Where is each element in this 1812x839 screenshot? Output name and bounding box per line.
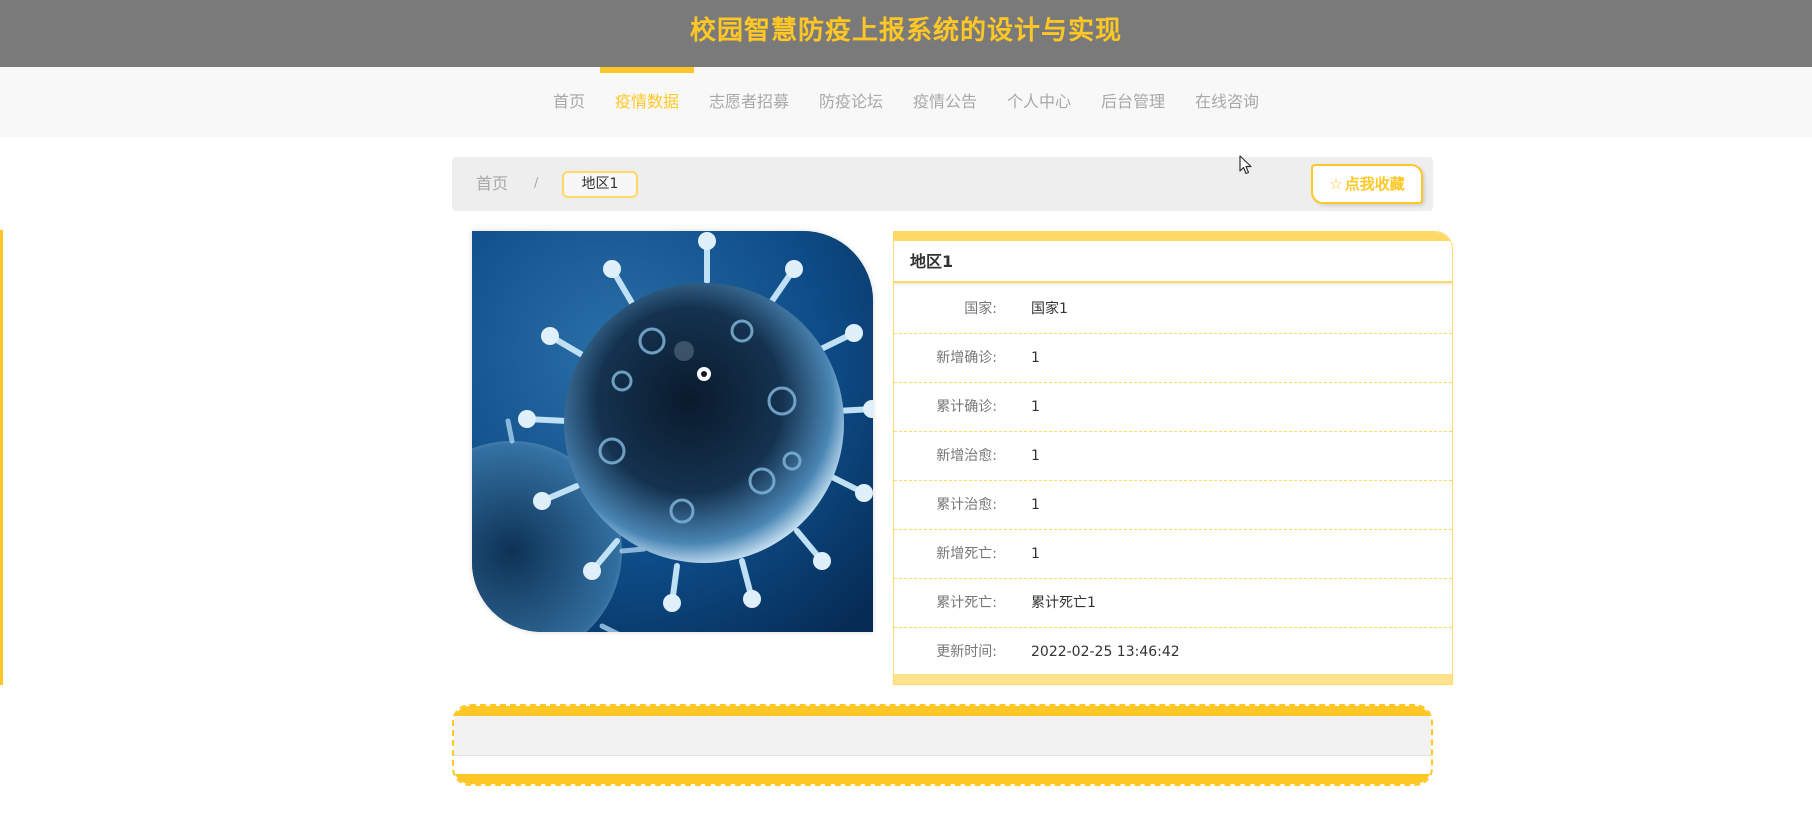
detail-label: 更新时间: (936, 644, 997, 660)
detail-value: 国家1 (1031, 301, 1068, 317)
detail-bottom-strip (894, 674, 1452, 684)
breadcrumb: 首页 / 地区1 ☆ 点我收藏 (452, 157, 1433, 211)
content-box-header (454, 716, 1431, 756)
detail-label: 累计确诊: (936, 399, 997, 415)
region-detail-panel: 地区1 国家: 国家1 新增确诊: 1 累计确诊: 1 新增治愈: 1 累计治愈… (893, 231, 1453, 685)
detail-row-new-deaths: 新增死亡: 1 (894, 530, 1452, 579)
favorite-button-label: 点我收藏 (1344, 175, 1405, 193)
detail-row-update-time: 更新时间: 2022-02-25 13:46:42 (894, 628, 1452, 677)
detail-label: 累计治愈: (936, 497, 997, 513)
detail-row-total-recovered: 累计治愈: 1 (894, 481, 1452, 530)
content-box (452, 704, 1433, 786)
detail-row-new-confirmed: 新增确诊: 1 (894, 334, 1452, 383)
detail-value: 1 (1031, 448, 1040, 464)
detail-row-total-confirmed: 累计确诊: 1 (894, 383, 1452, 432)
star-icon: ☆ (1329, 175, 1343, 193)
nav-item-online-consult[interactable]: 在线咨询 (1180, 67, 1274, 137)
detail-label: 新增治愈: (936, 448, 997, 464)
detail-row-total-deaths: 累计死亡: 累计死亡1 (894, 579, 1452, 628)
content-box-bottom-strip (454, 774, 1431, 784)
detail-label: 累计死亡: (936, 595, 997, 611)
nav-item-admin[interactable]: 后台管理 (1086, 67, 1180, 137)
virus-image (472, 231, 873, 632)
breadcrumb-separator: / (534, 176, 539, 191)
mouse-cursor-icon (1239, 155, 1252, 175)
region-image (472, 231, 873, 632)
detail-value: 1 (1031, 546, 1040, 562)
nav-item-announcements[interactable]: 疫情公告 (898, 67, 992, 137)
detail-label: 国家: (964, 301, 997, 317)
detail-value: 1 (1031, 497, 1040, 513)
top-header: 校园智慧防疫上报系统的设计与实现 (0, 0, 1812, 67)
nav-item-personal-center[interactable]: 个人中心 (992, 67, 1086, 137)
detail-value: 1 (1031, 350, 1040, 366)
breadcrumb-home-link[interactable]: 首页 (476, 157, 508, 211)
main-nav: 首页 疫情数据 志愿者招募 防疫论坛 疫情公告 个人中心 后台管理 在线咨询 (0, 67, 1812, 137)
detail-value: 累计死亡1 (1031, 595, 1096, 611)
site-title: 校园智慧防疫上报系统的设计与实现 (689, 16, 1122, 46)
nav-item-home[interactable]: 首页 (538, 67, 600, 137)
favorite-button[interactable]: ☆ 点我收藏 (1311, 164, 1423, 204)
content-box-top-strip (454, 706, 1431, 716)
nav-item-volunteer-recruit[interactable]: 志愿者招募 (694, 67, 804, 137)
detail-label: 新增确诊: (936, 350, 997, 366)
detail-top-strip (894, 232, 1452, 241)
left-accent-bar (0, 230, 3, 685)
detail-rows: 国家: 国家1 新增确诊: 1 累计确诊: 1 新增治愈: 1 累计治愈: 1 … (894, 285, 1452, 677)
detail-row-country: 国家: 国家1 (894, 285, 1452, 334)
nav-item-epidemic-data[interactable]: 疫情数据 (599, 67, 694, 137)
detail-value: 2022-02-25 13:46:42 (1031, 644, 1180, 660)
detail-title: 地区1 (910, 252, 954, 271)
detail-row-new-recovered: 新增治愈: 1 (894, 432, 1452, 481)
nav-item-forum[interactable]: 防疫论坛 (804, 67, 898, 137)
detail-title-bar: 地区1 (894, 241, 1452, 283)
detail-label: 新增死亡: (936, 546, 997, 562)
detail-value: 1 (1031, 399, 1040, 415)
breadcrumb-current: 地区1 (562, 171, 638, 198)
